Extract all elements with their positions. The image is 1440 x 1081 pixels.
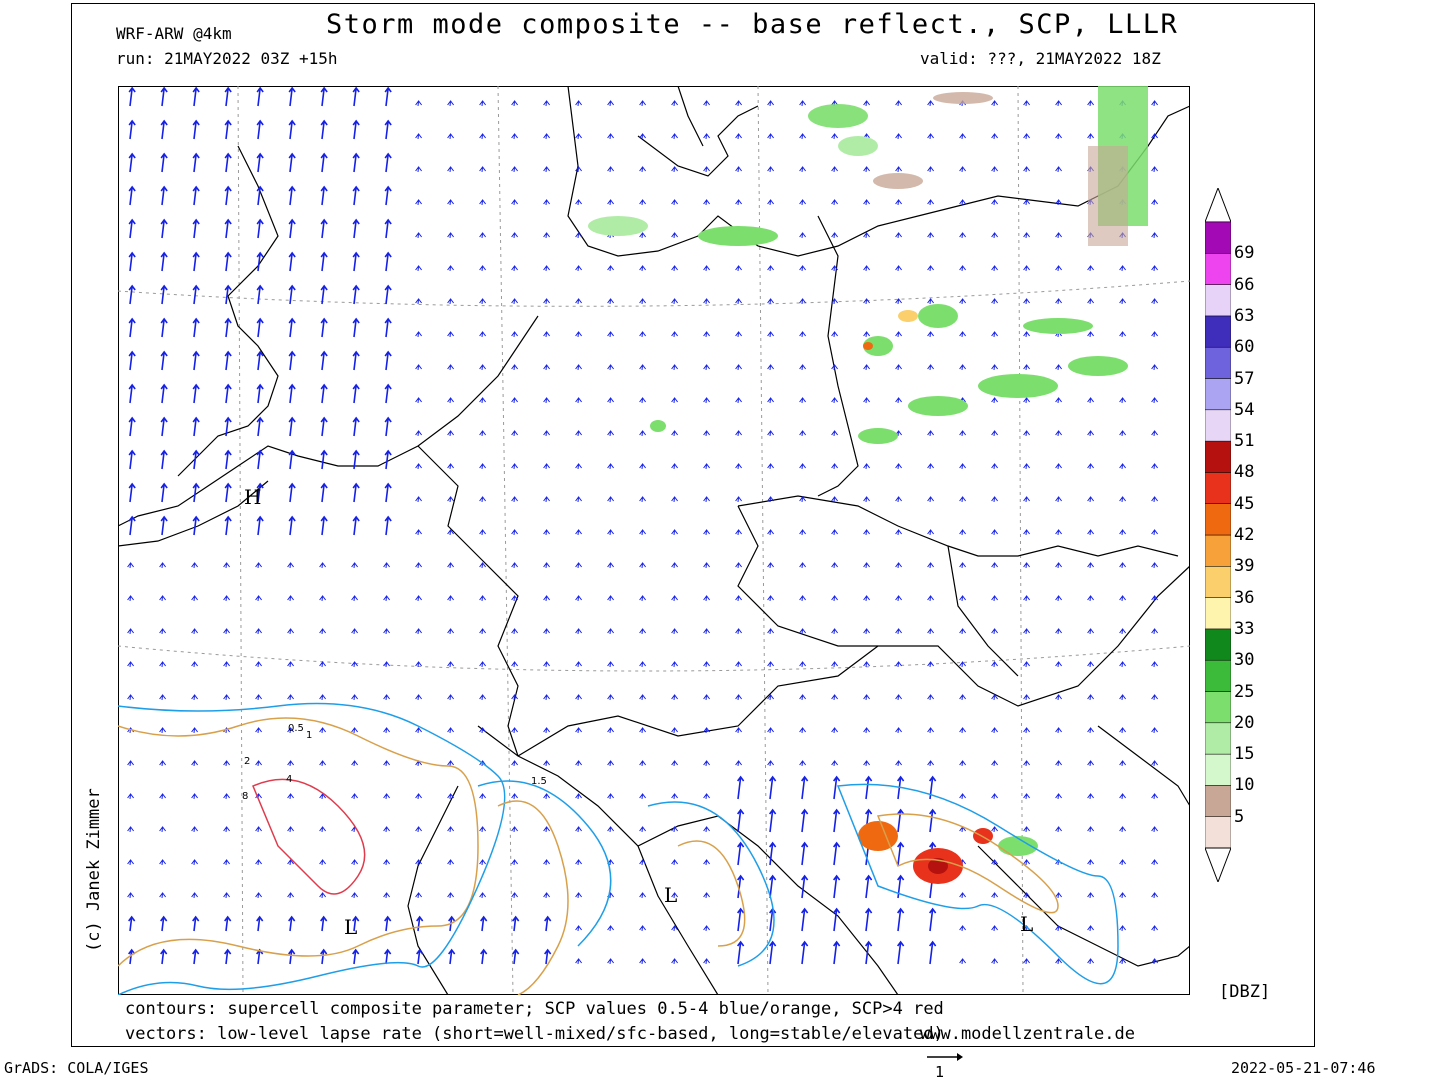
vector-scale-arrow bbox=[927, 1053, 963, 1061]
colorbar-tick-label: 60 bbox=[1234, 337, 1255, 358]
colorbar-tick-label: 66 bbox=[1234, 274, 1255, 295]
run-label: run: 21MAY2022 03Z +15h bbox=[116, 49, 338, 68]
colorbar-segment bbox=[1205, 597, 1231, 630]
colorbar-unit: [DBZ] bbox=[1219, 982, 1271, 1002]
colorbar-tick-label: 15 bbox=[1234, 744, 1255, 765]
colorbar-tick-label: 5 bbox=[1234, 806, 1245, 827]
watermark: www.modellzentrale.de bbox=[920, 1024, 1135, 1044]
colorbar-segment bbox=[1205, 409, 1231, 442]
colorbar-segment bbox=[1205, 378, 1231, 411]
colorbar-tick-label: 54 bbox=[1234, 399, 1255, 420]
colorbar-tick-label: 57 bbox=[1234, 368, 1255, 389]
vector-scale-label: 1 bbox=[935, 1063, 945, 1081]
low-pressure-label-1: L bbox=[344, 915, 357, 939]
grads-credit: GrADS: COLA/IGES bbox=[4, 1059, 149, 1077]
colorbar-tick-label: 36 bbox=[1234, 587, 1255, 608]
valid-label: valid: ???, 21MAY2022 18Z bbox=[920, 49, 1161, 68]
colorbar-tick-label: 30 bbox=[1234, 650, 1255, 671]
colorbar-segment bbox=[1205, 503, 1231, 536]
colorbar-segment bbox=[1205, 628, 1231, 661]
colorbar-segment bbox=[1205, 722, 1231, 755]
colorbar-tick-label: 25 bbox=[1234, 681, 1255, 702]
colorbar-tick-label: 33 bbox=[1234, 618, 1255, 639]
svg-text:4: 4 bbox=[286, 774, 292, 785]
colorbar-tick-label: 10 bbox=[1234, 775, 1255, 796]
colorbar-labels: 5 10 15 20 25 30 33 36 39 42 45 48 51 54 57 60 63 66 69 bbox=[1234, 0, 1294, 1080]
colorbar-segment bbox=[1205, 566, 1231, 598]
colorbar-segment bbox=[1205, 534, 1231, 567]
colorbar-tick-label: 45 bbox=[1234, 493, 1255, 514]
vectors-caption: vectors: low-level lapse rate (short=wel… bbox=[125, 1024, 944, 1044]
model-label: WRF-ARW @4km bbox=[116, 24, 232, 43]
colorbar-segment bbox=[1205, 659, 1231, 692]
low-pressure-label-2: L bbox=[664, 883, 677, 907]
high-pressure-label: H bbox=[244, 485, 261, 509]
chart-title: Storm mode composite -- base reflect., S… bbox=[326, 9, 1179, 40]
copyright-text: (c) Janek Zimmer bbox=[84, 788, 104, 952]
colorbar-tick-label: 42 bbox=[1234, 525, 1255, 545]
colorbar-segment bbox=[1205, 472, 1231, 504]
low-pressure-label-3: L bbox=[1020, 912, 1033, 936]
colorbar-segment bbox=[1205, 753, 1231, 786]
colorbar-segment bbox=[1205, 816, 1231, 849]
svg-text:8: 8 bbox=[242, 791, 248, 802]
colorbar-segment bbox=[1205, 440, 1231, 473]
colorbar-tick-label: 20 bbox=[1234, 712, 1255, 733]
svg-text:0.5: 0.5 bbox=[288, 723, 304, 734]
colorbar-segment bbox=[1205, 284, 1231, 317]
svg-text:1: 1 bbox=[306, 730, 312, 741]
reflectivity-colorbar bbox=[1205, 188, 1231, 882]
colorbar-segment bbox=[1205, 315, 1231, 348]
colorbar-tick-label: 51 bbox=[1234, 431, 1255, 452]
weather-map: H L L L 0.5 1 2 4 8 1.5 bbox=[118, 86, 1190, 995]
colorbar-segment bbox=[1205, 346, 1231, 379]
svg-text:1.5: 1.5 bbox=[531, 776, 547, 787]
colorbar-segment bbox=[1205, 221, 1231, 254]
colorbar-tick-label: 39 bbox=[1234, 556, 1255, 577]
colorbar-tick-label: 69 bbox=[1234, 243, 1255, 264]
colorbar-segment bbox=[1205, 785, 1231, 817]
timestamp: 2022-05-21-07:46 bbox=[1231, 1059, 1376, 1077]
colorbar-tick-label: 48 bbox=[1234, 462, 1255, 483]
colorbar-tick-label: 63 bbox=[1234, 305, 1255, 326]
contours-caption: contours: supercell composite parameter;… bbox=[125, 999, 944, 1019]
colorbar-segment bbox=[1205, 253, 1231, 285]
svg-text:2: 2 bbox=[244, 756, 250, 767]
colorbar-segment bbox=[1205, 691, 1231, 724]
